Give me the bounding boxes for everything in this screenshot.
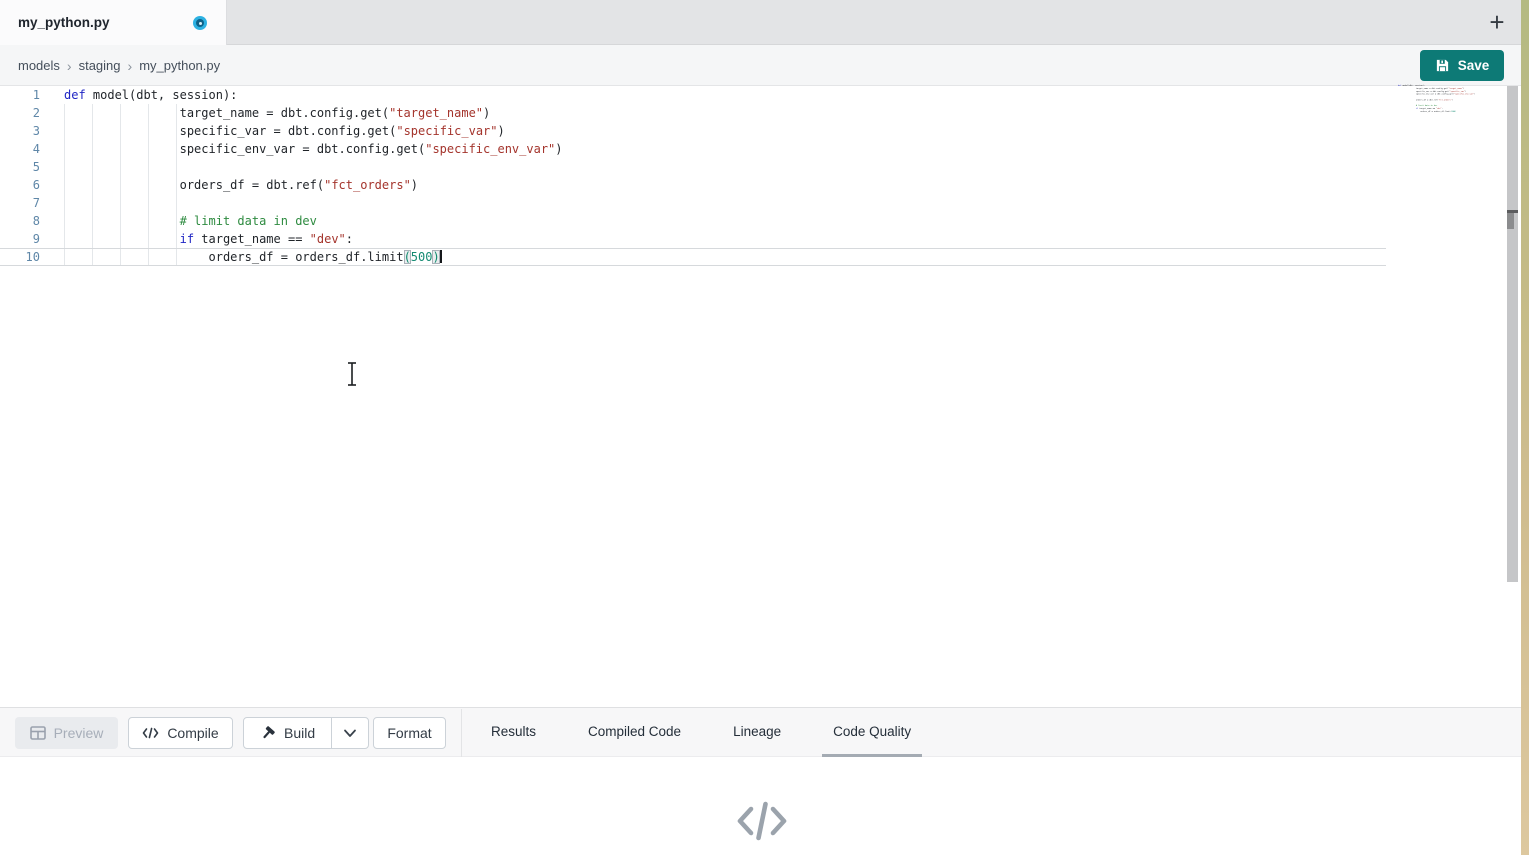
code-text: target_name = dbt.config.get("target_nam… [64, 104, 490, 122]
dbt-cloud-ide: my_python.py + models › staging › my_pyt… [0, 0, 1529, 855]
compile-button[interactable]: Compile [128, 717, 233, 749]
code-line[interactable]: 1 def model(dbt, session): [0, 86, 1386, 104]
bottom-toolbar: Preview Compile Build [0, 707, 1521, 757]
format-button-label: Format [387, 725, 431, 741]
build-split-button: Build [243, 717, 369, 749]
breadcrumb-item-file[interactable]: my_python.py [139, 58, 220, 73]
code-line[interactable]: 8 # limit data in dev [0, 212, 1386, 230]
minimap[interactable]: def model(dbt, session): target_name = d… [1398, 84, 1484, 118]
code-text: # limit data in dev [64, 212, 317, 230]
unsaved-changes-dot-icon [193, 16, 207, 30]
line-number: 1 [0, 86, 40, 104]
table-grid-icon [30, 726, 46, 740]
line-number: 2 [0, 104, 40, 122]
line-number: 3 [0, 122, 40, 140]
toolbar-divider [461, 709, 462, 757]
line-number: 8 [0, 212, 40, 230]
code-text: specific_var = dbt.config.get("specific_… [64, 122, 505, 140]
breadcrumb-item-staging[interactable]: staging [79, 58, 121, 73]
code-text: if target_name == "dev": [64, 230, 353, 248]
tab-lineage[interactable]: Lineage [722, 708, 792, 757]
code-editor[interactable]: 1def model(dbt, session):2 target_name =… [0, 86, 1521, 707]
code-line[interactable]: 3 specific_var = dbt.config.get("specifi… [0, 122, 1386, 140]
code-text: orders_df = dbt.ref("fct_orders") [64, 176, 418, 194]
chevron-right-icon: › [128, 58, 133, 74]
file-tab-my-python[interactable]: my_python.py [0, 0, 227, 45]
build-options-dropdown-button[interactable] [332, 718, 368, 748]
text-caret [440, 250, 442, 263]
build-button[interactable]: Build [244, 718, 331, 748]
code-icon [142, 727, 159, 739]
file-tab-bar: my_python.py + [0, 0, 1521, 45]
preview-button-label: Preview [54, 725, 104, 741]
code-placeholder-icon [734, 798, 790, 844]
save-button[interactable]: Save [1420, 50, 1504, 81]
scrollbar-thumb[interactable] [1507, 213, 1514, 229]
screen-edge-artifact [1521, 0, 1529, 855]
new-tab-button[interactable]: + [1481, 6, 1513, 38]
minimap-code: def model(dbt, session): target_name = d… [1398, 84, 1411, 113]
line-number: 10 [0, 248, 40, 266]
code-line[interactable]: 9 if target_name == "dev": [0, 230, 1386, 248]
breadcrumb-item-models[interactable]: models [18, 58, 60, 73]
chevron-right-icon: › [67, 58, 72, 74]
code-lines: 1def model(dbt, session):2 target_name =… [0, 86, 1386, 266]
code-line[interactable]: 5 [0, 158, 1386, 176]
breadcrumb-bar: models › staging › my_python.py [0, 45, 1521, 86]
floppy-disk-icon [1435, 58, 1450, 73]
vertical-scrollbar[interactable] [1507, 86, 1518, 582]
code-line[interactable]: 7 [0, 194, 1386, 212]
code-text: orders_df = orders_df.limit(500) [64, 248, 442, 266]
compile-button-label: Compile [167, 725, 218, 741]
tab-results[interactable]: Results [480, 708, 547, 757]
panel-tab-list: Results Compiled Code Lineage Code Quali… [480, 708, 922, 757]
line-number: 6 [0, 176, 40, 194]
code-line[interactable]: 2 target_name = dbt.config.get("target_n… [0, 104, 1386, 122]
line-number: 7 [0, 194, 40, 212]
preview-button[interactable]: Preview [15, 717, 118, 749]
breadcrumb: models › staging › my_python.py [18, 45, 220, 86]
code-text: def model(dbt, session): [64, 86, 237, 104]
build-button-label: Build [284, 725, 315, 741]
format-button[interactable]: Format [373, 717, 446, 749]
code-line[interactable]: 4 specific_env_var = dbt.config.get("spe… [0, 140, 1386, 158]
save-button-label: Save [1458, 58, 1490, 73]
chevron-down-icon [343, 729, 357, 738]
line-number: 5 [0, 158, 40, 176]
tab-code-quality[interactable]: Code Quality [822, 708, 922, 757]
code-line[interactable]: 6 orders_df = dbt.ref("fct_orders") [0, 176, 1386, 194]
line-number: 9 [0, 230, 40, 248]
text-cursor-pointer-icon [345, 360, 360, 388]
code-line[interactable]: 10 orders_df = orders_df.limit(500) [0, 248, 1386, 266]
tab-compiled-code[interactable]: Compiled Code [577, 708, 692, 757]
results-panel [0, 757, 1521, 855]
hammer-icon [260, 725, 276, 741]
code-text: specific_env_var = dbt.config.get("speci… [64, 140, 563, 158]
file-tab-title: my_python.py [18, 15, 110, 30]
line-number: 4 [0, 140, 40, 158]
